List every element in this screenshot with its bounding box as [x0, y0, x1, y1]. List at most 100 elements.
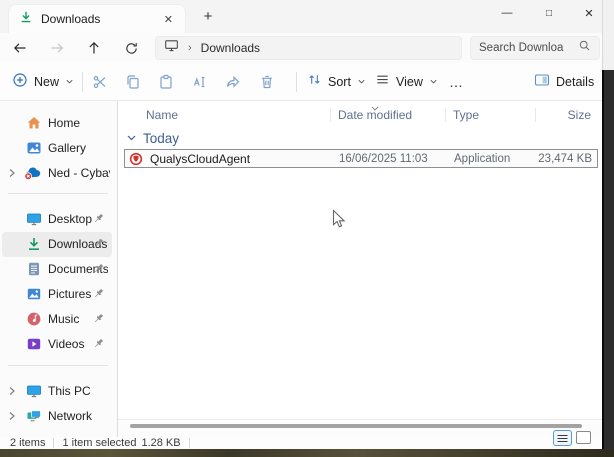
tab-title: Downloads [41, 12, 101, 26]
search-input[interactable]: Search Downloa [470, 36, 600, 60]
gallery-icon [26, 140, 42, 156]
file-list: Name Date modified Type Size Today Qualy… [118, 101, 602, 437]
minimize-button[interactable]: — [492, 0, 522, 26]
file-type: Application [454, 152, 511, 165]
breadcrumb-item-downloads[interactable]: Downloads [201, 41, 260, 55]
sidebar-item-pictures[interactable]: Pictures [2, 282, 112, 307]
pictures-icon [26, 286, 42, 302]
sidebar-item-this-pc[interactable]: This PC [2, 379, 112, 404]
status-bar: 2 items 1 item selected 1.28 KB [0, 437, 602, 449]
sidebar-item-network[interactable]: Network [2, 404, 112, 429]
column-divider[interactable] [330, 108, 331, 122]
desktop-icon [26, 211, 42, 227]
items-count: 2 items [10, 437, 46, 449]
chevron-down-icon [65, 73, 74, 91]
chevron-right-icon[interactable] [7, 166, 17, 185]
mouse-cursor [332, 209, 348, 236]
column-header-size[interactable]: Size [535, 108, 595, 122]
view-label: View [396, 75, 423, 89]
status-divider [188, 438, 190, 448]
sidebar-item-label: Home [48, 116, 81, 130]
sidebar: Home Gallery Ned - Cybaverse [0, 101, 118, 437]
column-headers: Name Date modified Type Size [124, 104, 597, 126]
group-header-today[interactable]: Today [126, 128, 179, 148]
delete-button[interactable] [254, 69, 280, 95]
new-tab-button[interactable]: + [196, 7, 220, 27]
sidebar-item-desktop[interactable]: Desktop [2, 207, 112, 232]
pin-icon [92, 212, 106, 226]
explorer-body: Home Gallery Ned - Cybaverse [0, 101, 602, 437]
sidebar-item-onedrive[interactable]: Ned - Cybaverse [2, 161, 112, 186]
chevron-right-icon[interactable] [7, 384, 17, 403]
status-divider [53, 438, 55, 448]
up-button[interactable] [82, 36, 106, 60]
new-label: New [34, 75, 60, 89]
close-button[interactable]: ✕ [574, 0, 604, 26]
file-name: QualysCloudAgent [150, 151, 251, 166]
column-header-type[interactable]: Type [445, 108, 535, 122]
tab-close-icon[interactable]: ✕ [160, 12, 177, 27]
details-pane-icon [534, 72, 550, 93]
share-button[interactable] [220, 69, 246, 95]
new-button[interactable]: New [8, 69, 78, 95]
chevron-down-icon[interactable] [126, 129, 137, 147]
more-options-button[interactable]: … [445, 69, 468, 95]
search-placeholder: Search Downloa [479, 42, 564, 54]
sidebar-item-downloads[interactable]: Downloads [2, 232, 112, 257]
home-icon [26, 115, 42, 131]
sort-icon [307, 72, 322, 92]
details-pane-button[interactable]: Details [530, 69, 598, 95]
column-header-name[interactable]: Name [124, 108, 330, 122]
search-icon [578, 39, 591, 57]
sidebar-divider [8, 193, 108, 194]
downloads-icon [26, 236, 42, 252]
sidebar-item-label: Gallery [48, 141, 87, 155]
cut-button[interactable] [87, 69, 113, 95]
documents-icon [26, 261, 42, 277]
column-header-date-modified[interactable]: Date modified [330, 108, 445, 122]
sort-indicator-icon [370, 99, 380, 117]
file-size: 23,474 KB [538, 152, 592, 165]
this-pc-icon [164, 38, 179, 58]
sidebar-item-music[interactable]: Music [2, 307, 112, 332]
desktop-screen: Downloads ✕ + — □ ✕ › Downloads Search D… [0, 0, 614, 457]
back-button[interactable] [8, 36, 32, 60]
sort-button[interactable]: Sort [303, 69, 370, 95]
icons-view-toggle[interactable] [576, 431, 591, 444]
sidebar-item-home[interactable]: Home [2, 111, 112, 136]
pin-icon [92, 312, 106, 326]
forward-button[interactable] [45, 36, 69, 60]
paste-button[interactable] [153, 69, 179, 95]
details-view-toggle[interactable] [553, 430, 572, 446]
toolbar-divider [82, 72, 83, 92]
rename-button[interactable] [187, 69, 213, 95]
background-window-behind [602, 70, 614, 449]
sidebar-item-label: This PC [48, 384, 91, 398]
chevron-right-icon[interactable] [7, 409, 17, 428]
column-divider[interactable] [535, 108, 536, 122]
breadcrumb[interactable]: › Downloads [155, 36, 462, 60]
pin-icon [92, 237, 106, 251]
horizontal-scrollbar-thumb[interactable] [130, 424, 582, 428]
file-explorer-window: Downloads ✕ + — □ ✕ › Downloads Search D… [0, 0, 602, 449]
details-label: Details [556, 75, 595, 89]
ellipsis-icon: … [449, 74, 464, 90]
selected-size: 1.28 KB [141, 437, 181, 449]
tab-downloads[interactable]: Downloads ✕ [8, 4, 186, 33]
this-pc-icon [26, 383, 42, 399]
file-row-qualyscloudagent[interactable]: QualysCloudAgent 16/06/2025 11:03 Applic… [124, 149, 598, 168]
horizontal-scrollbar[interactable] [118, 419, 602, 437]
toolbar-divider [296, 72, 297, 92]
sidebar-item-gallery[interactable]: Gallery [2, 136, 112, 161]
copy-button[interactable] [120, 69, 146, 95]
sort-label: Sort [328, 75, 351, 89]
sidebar-item-documents[interactable]: Documents [2, 257, 112, 282]
refresh-button[interactable] [119, 36, 143, 60]
videos-icon [26, 336, 42, 352]
sidebar-item-label: Ned - Cybaverse [48, 166, 110, 180]
sidebar-item-videos[interactable]: Videos [2, 332, 112, 357]
maximize-button[interactable]: □ [534, 0, 564, 26]
chevron-down-icon [357, 73, 366, 91]
column-divider[interactable] [445, 108, 446, 122]
view-button[interactable]: View [371, 69, 442, 95]
